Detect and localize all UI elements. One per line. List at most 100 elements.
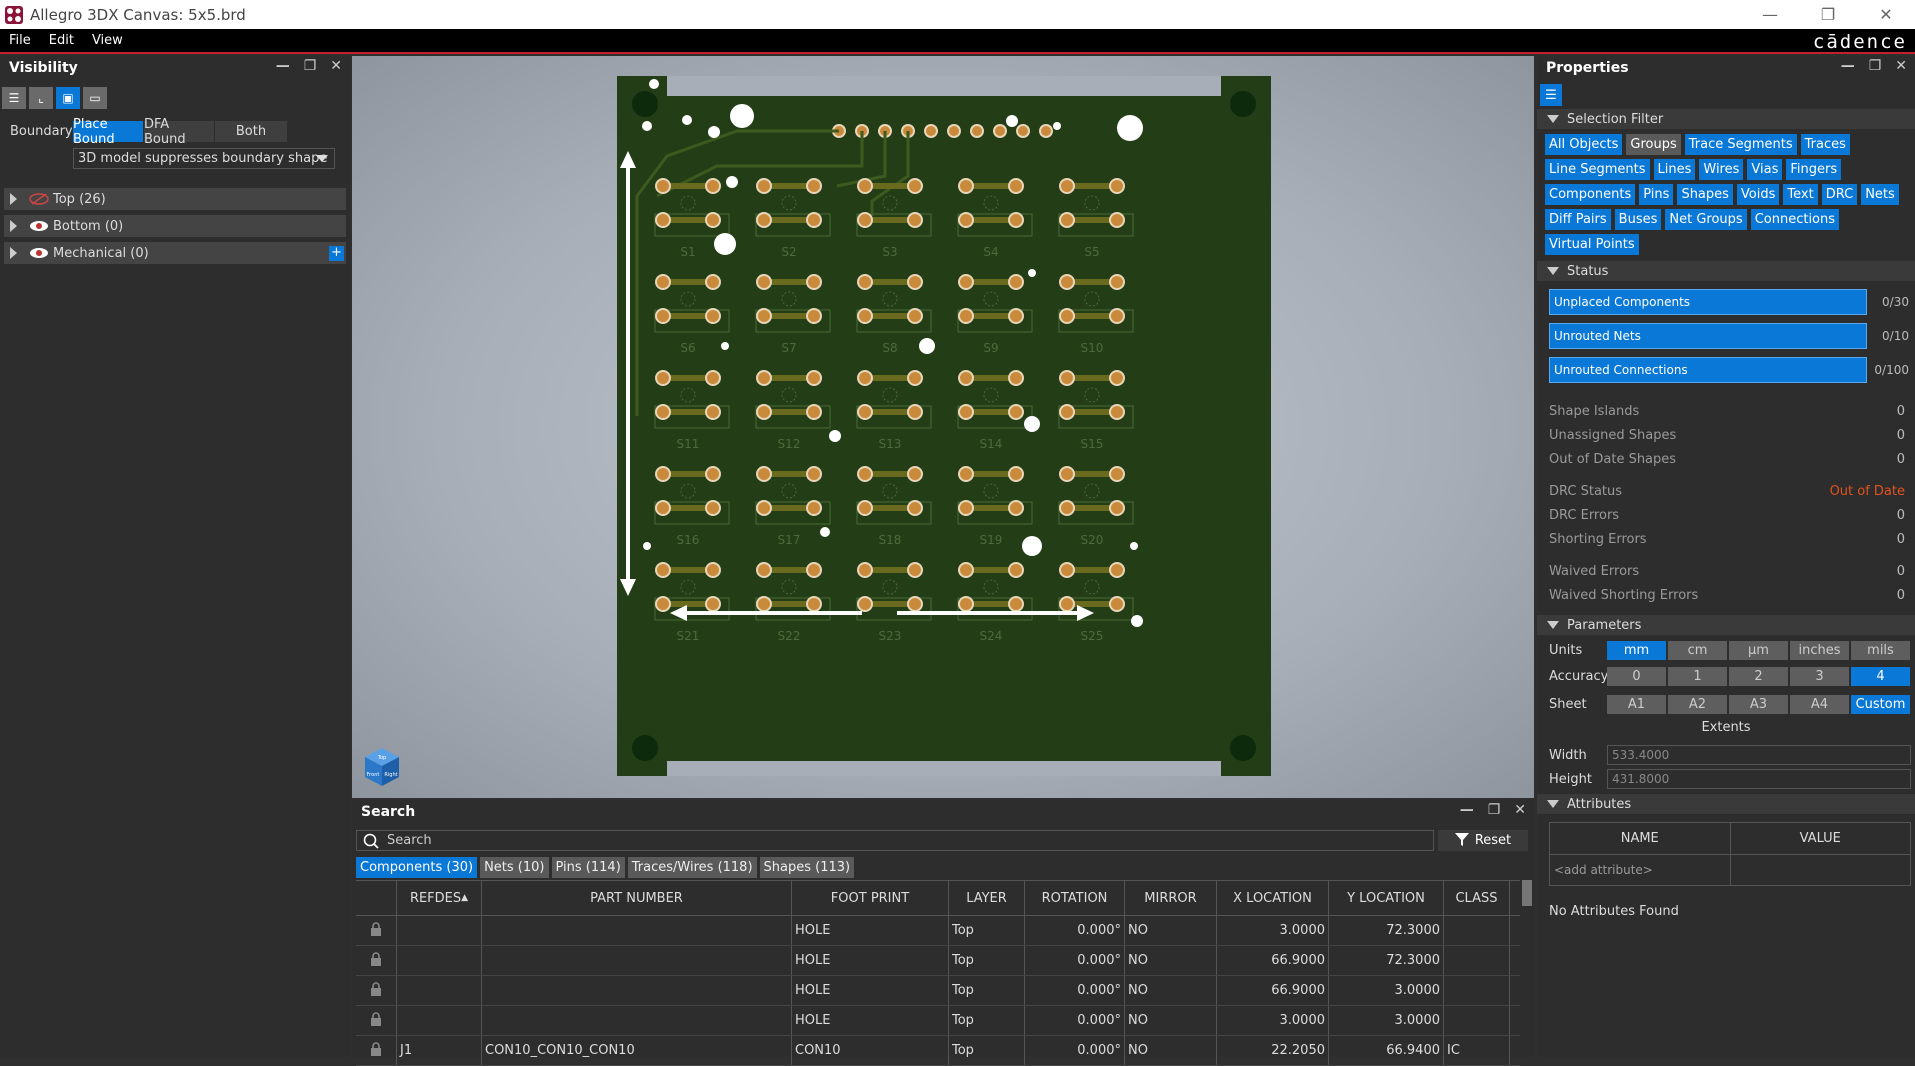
3d-canvas[interactable]: S1 S2 S3 S4 S5 S6 S7 S8 S9 S10 S11 S12 S13 S14 S15 S16 S… xyxy=(352,56,1534,798)
attribute-value-cell[interactable] xyxy=(1731,855,1911,885)
sort-ascending-icon[interactable]: ▲ xyxy=(461,893,468,903)
close-icon[interactable]: ✕ xyxy=(1857,0,1915,29)
status-bar-unplaced-components[interactable]: Unplaced Components xyxy=(1549,289,1867,315)
filter-chip-pins[interactable]: Pins xyxy=(1639,184,1674,205)
column-header-x-location[interactable]: X LOCATION xyxy=(1217,881,1329,915)
filter-chip-connections[interactable]: Connections xyxy=(1750,209,1840,230)
eye-icon[interactable] xyxy=(29,247,49,259)
add-icon[interactable]: + xyxy=(329,246,344,261)
table-row[interactable]: HOLE Top 0.000° NO 3.0000 3.0000 xyxy=(356,1006,1520,1036)
filter-chip-text[interactable]: Text xyxy=(1783,184,1818,205)
selection-filter-section[interactable]: Selection Filter xyxy=(1537,109,1915,129)
restore-icon[interactable]: ❐ xyxy=(1799,0,1857,29)
lock-icon[interactable] xyxy=(370,921,382,940)
unit-cm-button[interactable]: cm xyxy=(1668,640,1727,660)
width-field[interactable]: 533.4000 xyxy=(1607,745,1911,765)
tab-pins[interactable]: Pins (114) xyxy=(551,857,625,878)
parameters-section[interactable]: Parameters xyxy=(1537,615,1915,635)
sheet-a1-button[interactable]: A1 xyxy=(1607,694,1666,714)
column-header-mirror[interactable]: MIRROR xyxy=(1125,881,1217,915)
lock-icon[interactable] xyxy=(370,981,382,1000)
column-header-lock[interactable] xyxy=(356,881,397,915)
filter-chip-shapes[interactable]: Shapes xyxy=(1677,184,1733,205)
collapse-icon[interactable] xyxy=(1547,621,1559,629)
sheet-a2-button[interactable]: A2 xyxy=(1668,694,1727,714)
panel-minimize-icon[interactable]: — xyxy=(1460,802,1474,818)
filter-chip-fingers[interactable]: Fingers xyxy=(1786,159,1842,180)
place-bound-button[interactable]: Place Bound xyxy=(73,117,143,147)
component-icon[interactable]: ▣ xyxy=(56,87,80,109)
panel-close-icon[interactable]: ✕ xyxy=(330,58,342,74)
layer-mechanical[interactable]: Mechanical (0) + xyxy=(4,242,346,264)
filter-chip-buses[interactable]: Buses xyxy=(1614,209,1662,230)
collapse-icon[interactable] xyxy=(1547,267,1559,275)
accuracy-4-button[interactable]: 4 xyxy=(1851,666,1910,686)
add-attribute-input[interactable]: <add attribute> xyxy=(1550,855,1731,885)
table-row[interactable]: HOLE Top 0.000° NO 66.9000 72.3000 xyxy=(356,946,1520,976)
filter-chip-lines[interactable]: Lines xyxy=(1653,159,1696,180)
collapse-icon[interactable] xyxy=(1547,115,1559,123)
table-row[interactable]: HOLE Top 0.000° NO 3.0000 72.3000 xyxy=(356,916,1520,946)
lock-icon[interactable] xyxy=(370,951,382,970)
filter-chip-traces[interactable]: Traces xyxy=(1800,134,1850,155)
tab-traceswires[interactable]: Traces/Wires (118) xyxy=(627,857,757,878)
sheet-custom-button[interactable]: Custom xyxy=(1851,694,1910,714)
expand-icon[interactable] xyxy=(10,220,17,232)
both-button[interactable]: Both xyxy=(215,121,287,142)
panel-close-icon[interactable]: ✕ xyxy=(1895,58,1907,74)
column-header-class[interactable]: CLASS xyxy=(1444,881,1510,915)
height-field[interactable]: 431.8000 xyxy=(1607,769,1911,789)
sheet-a3-button[interactable]: A3 xyxy=(1729,694,1788,714)
unit-mils-button[interactable]: mils xyxy=(1851,640,1910,660)
column-header-rotation[interactable]: ROTATION xyxy=(1025,881,1125,915)
layer-bottom[interactable]: Bottom (0) xyxy=(4,215,346,237)
panel-float-icon[interactable]: ❐ xyxy=(304,58,317,74)
panel-minimize-icon[interactable]: — xyxy=(276,58,290,74)
display-icon[interactable]: ▭ xyxy=(83,87,107,109)
eye-hidden-icon[interactable] xyxy=(29,193,49,205)
status-section[interactable]: Status xyxy=(1537,261,1915,281)
filter-chip-voids[interactable]: Voids xyxy=(1736,184,1780,205)
unit-mm-button[interactable]: mm xyxy=(1607,640,1666,660)
panel-float-icon[interactable]: ❐ xyxy=(1488,802,1501,818)
column-header-refdes[interactable]: REFDES ▲ xyxy=(397,881,482,915)
layer-top[interactable]: Top (26) xyxy=(4,188,346,210)
layers-icon[interactable]: ☰ xyxy=(2,87,26,109)
column-header-foot-print[interactable]: FOOT PRINT xyxy=(792,881,949,915)
filter-chip-virtual-points[interactable]: Virtual Points xyxy=(1545,234,1639,255)
filter-chip-trace-segments[interactable]: Trace Segments xyxy=(1684,134,1797,155)
filter-chip-wires[interactable]: Wires xyxy=(1699,159,1744,180)
boundary-dropdown[interactable]: 3D model suppresses boundary shape xyxy=(73,148,335,169)
status-bar-unrouted-connections[interactable]: Unrouted Connections xyxy=(1549,357,1867,383)
attributes-section[interactable]: Attributes xyxy=(1537,794,1915,814)
expand-icon[interactable] xyxy=(10,193,17,205)
accuracy-0-button[interactable]: 0 xyxy=(1607,666,1666,686)
accuracy-3-button[interactable]: 3 xyxy=(1790,666,1849,686)
column-header-layer[interactable]: LAYER xyxy=(949,881,1025,915)
tab-nets[interactable]: Nets (10) xyxy=(480,857,549,878)
lock-icon[interactable] xyxy=(370,1011,382,1030)
menu-file[interactable]: File xyxy=(0,33,40,48)
expand-icon[interactable] xyxy=(10,247,17,259)
routing-icon[interactable]: ⌞ xyxy=(29,87,53,109)
filter-chip-diff-pairs[interactable]: Diff Pairs xyxy=(1545,209,1611,230)
tab-shapes[interactable]: Shapes (113) xyxy=(759,857,855,878)
filter-chip-groups[interactable]: Groups xyxy=(1626,134,1681,155)
filter-chip-net-groups[interactable]: Net Groups xyxy=(1665,209,1747,230)
view-cube-icon[interactable]: Top Front Right xyxy=(362,746,402,792)
panel-close-icon[interactable]: ✕ xyxy=(1514,802,1526,818)
unit-inches-button[interactable]: inches xyxy=(1790,640,1849,660)
reset-button[interactable]: Reset xyxy=(1438,830,1528,851)
panel-float-icon[interactable]: ❐ xyxy=(1869,58,1882,74)
table-row[interactable]: J1 CON10_CON10_CON10 CON10 Top 0.000° NO 22.20… xyxy=(356,1036,1520,1066)
tab-components[interactable]: Components (30) xyxy=(356,857,478,878)
minimize-icon[interactable]: — xyxy=(1741,0,1799,29)
search-input[interactable]: Search xyxy=(356,830,1434,851)
status-bar-unrouted-nets[interactable]: Unrouted Nets xyxy=(1549,323,1867,349)
unit-m-button[interactable]: µm xyxy=(1729,640,1788,660)
menu-edit[interactable]: Edit xyxy=(40,33,83,48)
collapse-icon[interactable] xyxy=(1547,800,1559,808)
table-row[interactable]: HOLE Top 0.000° NO 66.9000 3.0000 xyxy=(356,976,1520,1006)
column-header-y-location[interactable]: Y LOCATION xyxy=(1329,881,1444,915)
filter-settings-icon[interactable]: ☰ xyxy=(1540,84,1562,106)
